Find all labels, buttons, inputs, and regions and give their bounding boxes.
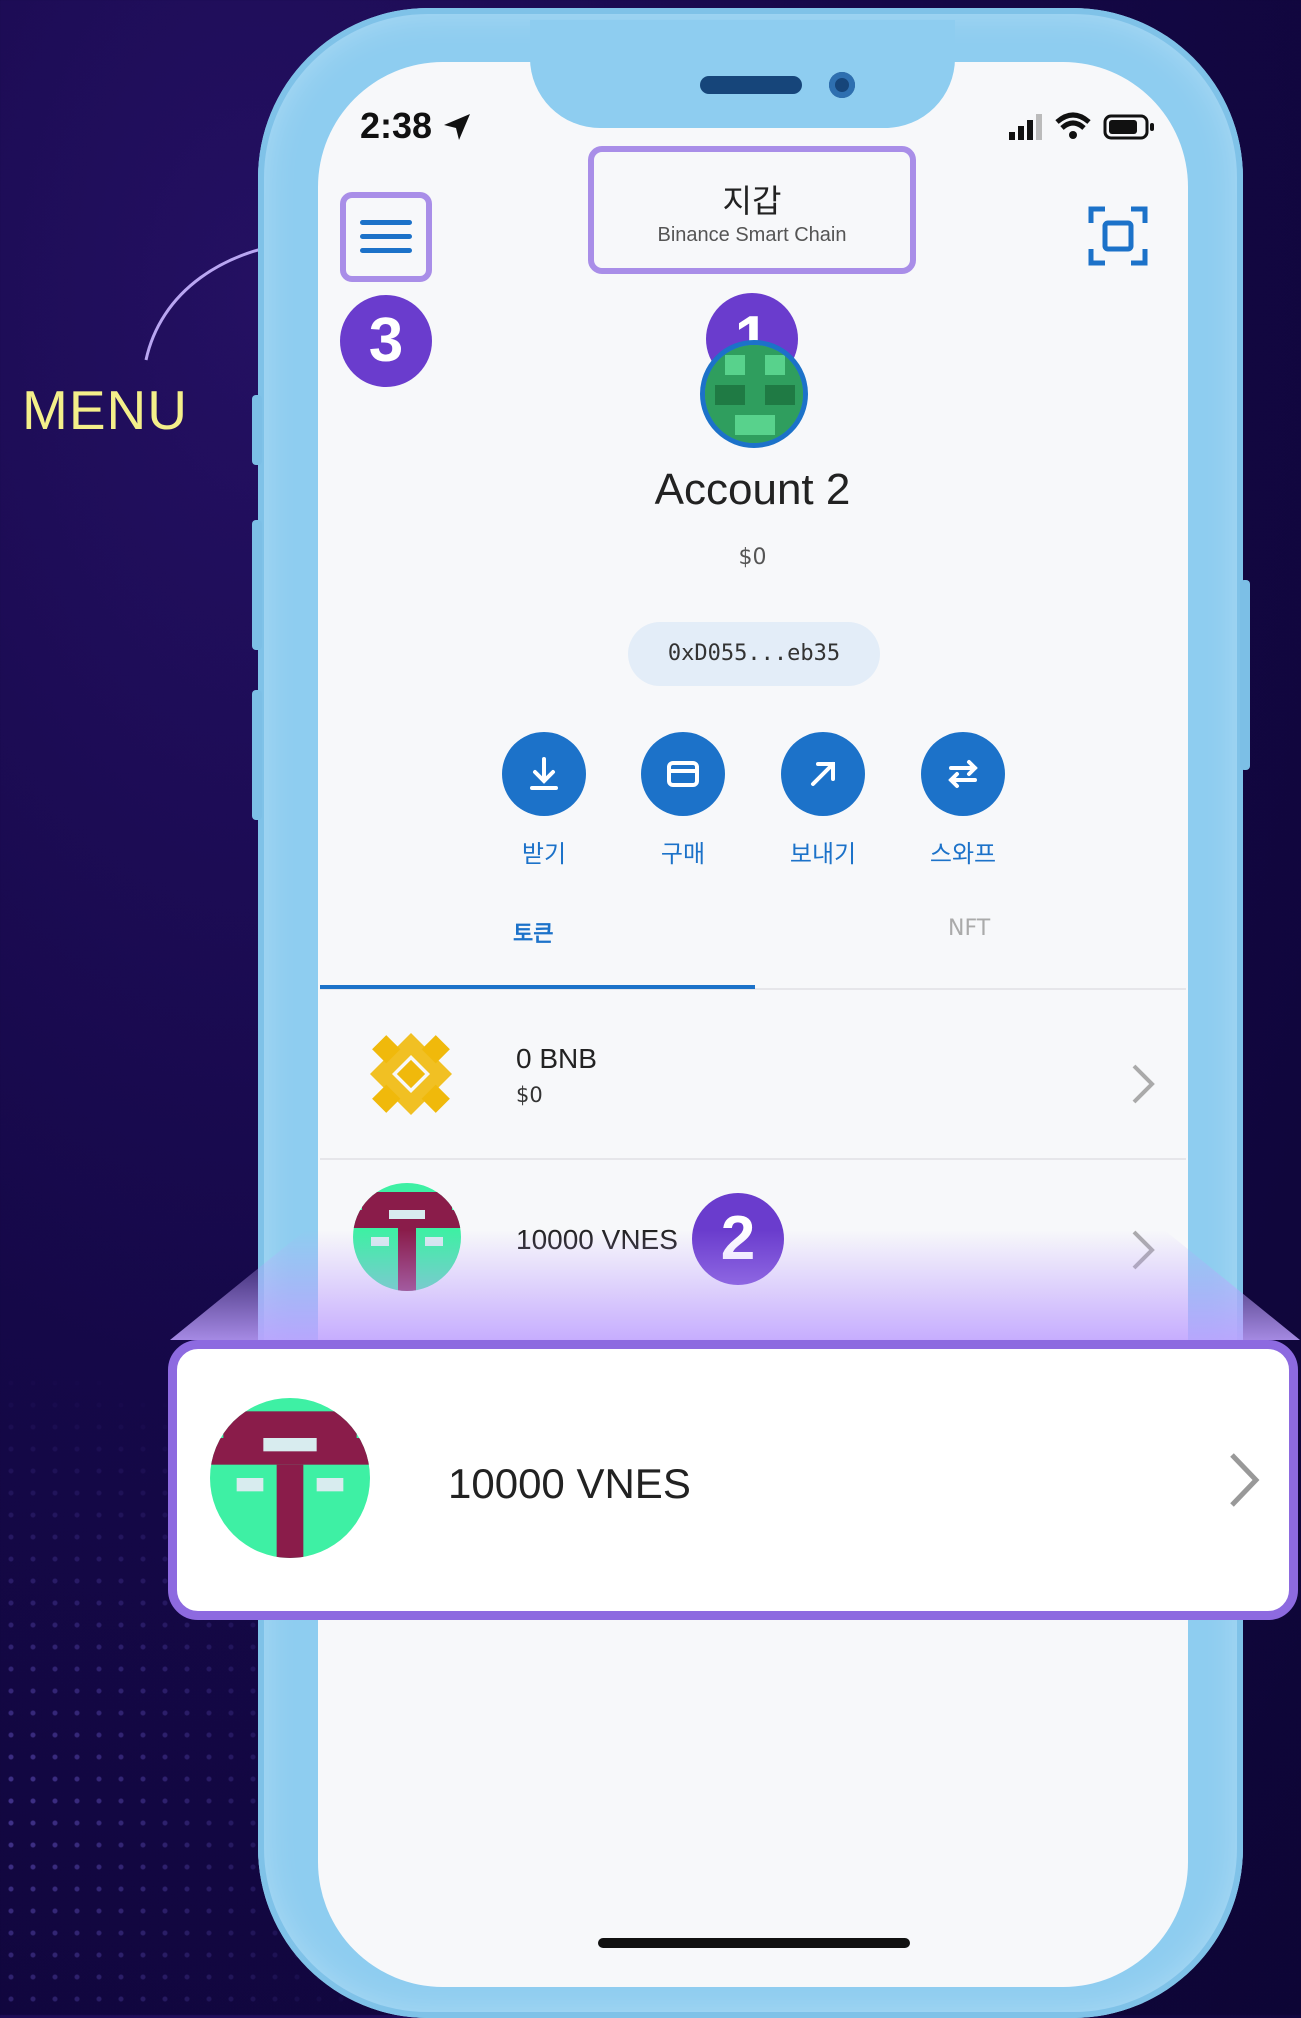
send-action[interactable]: 보내기 xyxy=(768,732,878,869)
phone-side-button xyxy=(252,690,262,820)
buy-label: 구매 xyxy=(660,840,706,868)
swap-label: 스와프 xyxy=(929,840,997,868)
location-arrow-icon xyxy=(444,114,471,140)
phone-camera xyxy=(829,72,855,98)
annotation-badge-3: 3 xyxy=(340,295,432,387)
chevron-right-icon xyxy=(1230,1453,1260,1507)
tab-nft[interactable]: NFT xyxy=(948,916,990,941)
hamburger-icon-line xyxy=(360,248,412,253)
send-label: 보내기 xyxy=(789,840,857,868)
buy-action[interactable]: 구매 xyxy=(628,732,738,869)
account-address-button[interactable]: 0xD055...eb35 xyxy=(628,622,880,686)
token-amount-bnb: 0 BNB xyxy=(516,1043,597,1074)
send-arrow-icon xyxy=(781,732,865,816)
receive-action[interactable]: 받기 xyxy=(489,732,599,869)
menu-annotation-label: MENU xyxy=(22,379,188,441)
tab-tokens[interactable]: 토큰 xyxy=(513,916,553,948)
account-name[interactable]: Account 2 xyxy=(560,465,945,515)
chevron-right-icon xyxy=(1132,1064,1155,1104)
wallet-title: 지갑 xyxy=(722,182,782,220)
swap-action[interactable]: 스와프 xyxy=(908,732,1018,869)
phone-side-button xyxy=(1240,580,1250,770)
phone-side-button xyxy=(252,520,262,650)
hamburger-icon-line xyxy=(360,234,412,239)
phone-side-button xyxy=(252,395,262,465)
status-time-text: 2:38 xyxy=(360,105,433,146)
scan-qr-icon[interactable] xyxy=(1087,205,1149,267)
account-avatar[interactable] xyxy=(700,340,808,448)
receive-arrow-icon xyxy=(502,732,586,816)
receive-label: 받기 xyxy=(521,840,567,868)
phone-speaker xyxy=(700,76,802,94)
hamburger-icon-line xyxy=(360,220,412,225)
status-time: 2:38 xyxy=(360,105,472,147)
callout-token-amount: 10000 VNES xyxy=(448,1460,691,1507)
swap-icon xyxy=(921,732,1005,816)
identicon-icon xyxy=(705,345,803,443)
tab-active-indicator xyxy=(320,985,755,989)
wifi-icon xyxy=(1055,112,1091,139)
token-fiat-bnb: $0 xyxy=(516,1083,543,1107)
battery-icon xyxy=(1103,114,1154,140)
status-icons xyxy=(1009,112,1154,140)
account-balance: $0 xyxy=(738,545,767,570)
network-name[interactable]: Binance Smart Chain xyxy=(588,224,916,247)
bnb-logo-icon xyxy=(370,1033,452,1115)
callout-glow xyxy=(170,1230,1300,1340)
phone-notch xyxy=(530,20,955,128)
card-icon xyxy=(641,732,725,816)
signal-icon xyxy=(1009,114,1042,140)
home-indicator xyxy=(598,1938,910,1948)
vnes-logo-icon xyxy=(210,1398,370,1558)
